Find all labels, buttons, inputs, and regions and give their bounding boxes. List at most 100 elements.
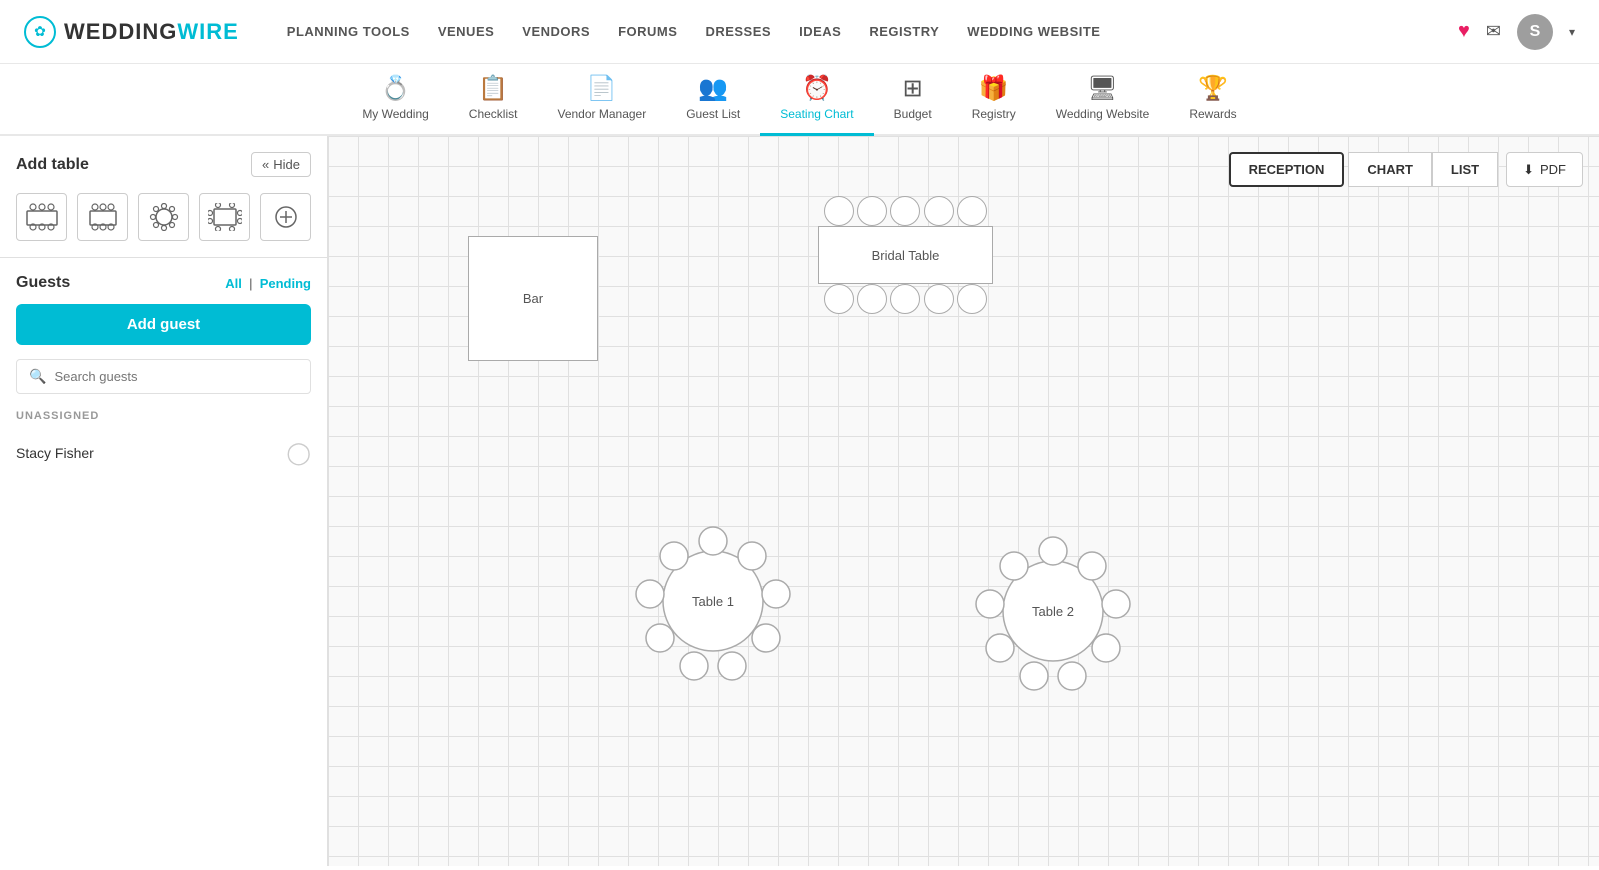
chair — [857, 196, 887, 226]
filter-pending[interactable]: Pending — [260, 276, 311, 291]
nav-wedding-website[interactable]: WEDDING WEBSITE — [967, 24, 1100, 39]
hide-chevron-icon: « — [262, 157, 269, 172]
chair — [957, 196, 987, 226]
main-nav-links: PLANNING TOOLS VENUES VENDORS FORUMS DRE… — [287, 23, 1458, 41]
list-tab-button[interactable]: LIST — [1432, 152, 1498, 187]
tab-vendor-manager[interactable]: 📄 Vendor Manager — [537, 74, 666, 136]
unassigned-label: UNASSIGNED — [16, 410, 311, 422]
chair — [957, 284, 987, 314]
chart-area: RECEPTION CHART LIST ⬇ PDF Bar — [328, 136, 1599, 866]
add-custom-table-button[interactable] — [260, 193, 311, 241]
search-input[interactable] — [54, 369, 298, 384]
wedding-website-icon: 🖥 — [1087, 74, 1117, 103]
tab-checklist-label: Checklist — [469, 107, 518, 121]
list-item: Stacy Fisher ◯ — [16, 432, 311, 474]
tab-seating-chart[interactable]: ⏰ Seating Chart — [760, 74, 873, 136]
rewards-icon: 🏆 — [1198, 74, 1228, 103]
add-guest-button[interactable]: Add guest — [16, 304, 311, 345]
tab-budget-label: Budget — [894, 107, 932, 121]
sidebar-header: Add table « Hide — [0, 136, 327, 189]
logo-text: WEDDINGWIRE — [64, 19, 239, 45]
table-1[interactable]: Table 1 — [628, 516, 798, 686]
rect-table-icon — [25, 203, 59, 231]
main-layout: Add table « Hide — [0, 136, 1599, 866]
chart-tab-button[interactable]: CHART — [1348, 152, 1432, 187]
pdf-button[interactable]: ⬇ PDF — [1506, 152, 1583, 187]
tab-wedding-website-label: Wedding Website — [1056, 107, 1150, 121]
nav-dresses[interactable]: DRESSES — [705, 24, 771, 39]
chart-toolbar: RECEPTION CHART LIST ⬇ PDF — [1229, 152, 1583, 187]
add-square-table-button[interactable] — [199, 193, 250, 241]
messages-icon[interactable]: ✉ — [1486, 21, 1501, 42]
nav-vendors[interactable]: VENDORS — [522, 24, 590, 39]
seating-chart-icon: ⏰ — [802, 74, 832, 103]
tab-budget[interactable]: ⊞ Budget — [874, 74, 952, 136]
favorites-icon[interactable]: ♥ — [1458, 20, 1470, 43]
table-1-svg: Table 1 — [628, 516, 798, 686]
tab-guest-list[interactable]: 👥 Guest List — [666, 74, 760, 136]
nav-forums[interactable]: FORUMS — [618, 24, 677, 39]
chair — [924, 196, 954, 226]
guest-avatar-icon: ◯ — [286, 440, 311, 466]
hide-button[interactable]: « Hide — [251, 152, 311, 177]
secondary-navigation: 💍 My Wedding 📋 Checklist 📄 Vendor Manage… — [0, 64, 1599, 136]
nav-right: ♥ ✉ S ▾ — [1458, 14, 1575, 50]
vendor-manager-icon: 📄 — [587, 74, 617, 103]
registry-icon: 🎁 — [979, 74, 1009, 103]
bridal-table-label: Bridal Table — [872, 248, 940, 263]
guest-name: Stacy Fisher — [16, 445, 94, 461]
my-wedding-icon: 💍 — [381, 74, 411, 103]
account-dropdown-icon[interactable]: ▾ — [1569, 25, 1575, 39]
hide-label: Hide — [273, 157, 300, 172]
avatar[interactable]: S — [1517, 14, 1553, 50]
add-round-table-button[interactable] — [77, 193, 128, 241]
add-circle-table-button[interactable] — [138, 193, 189, 241]
svg-text:Table 1: Table 1 — [692, 594, 734, 609]
top-navigation: ✿ WEDDINGWIRE PLANNING TOOLS VENUES VEND… — [0, 0, 1599, 64]
tab-my-wedding[interactable]: 💍 My Wedding — [342, 74, 448, 136]
tab-rewards[interactable]: 🏆 Rewards — [1169, 74, 1256, 136]
nav-registry[interactable]: REGISTRY — [869, 24, 939, 39]
table-icon-bar — [0, 189, 327, 258]
nav-ideas[interactable]: IDEAS — [799, 24, 841, 39]
logo-icon: ✿ — [24, 16, 56, 48]
logo[interactable]: ✿ WEDDINGWIRE — [24, 16, 239, 48]
tab-guest-list-label: Guest List — [686, 107, 740, 121]
search-box: 🔍 — [16, 359, 311, 394]
chair — [924, 284, 954, 314]
tab-wedding-website[interactable]: 🖥 Wedding Website — [1036, 74, 1170, 136]
chair — [890, 284, 920, 314]
tab-checklist[interactable]: 📋 Checklist — [449, 74, 538, 136]
guests-header: Guests All | Pending — [16, 274, 311, 292]
bridal-chairs-bottom — [818, 284, 993, 314]
chair — [824, 284, 854, 314]
chart-grid: Bar Bridal Table — [328, 136, 1599, 866]
tab-registry[interactable]: 🎁 Registry — [952, 74, 1036, 136]
bridal-chairs-top — [818, 196, 993, 226]
tab-registry-label: Registry — [972, 107, 1016, 121]
guests-filter: All | Pending — [225, 276, 311, 291]
pdf-label: PDF — [1540, 162, 1566, 177]
table-2[interactable]: Table 2 — [968, 526, 1138, 696]
bar-table[interactable]: Bar — [468, 236, 598, 361]
reception-button[interactable]: RECEPTION — [1229, 152, 1345, 187]
custom-table-icon — [272, 203, 300, 231]
download-icon: ⬇ — [1523, 162, 1534, 178]
nav-planning-tools[interactable]: PLANNING TOOLS — [287, 24, 410, 39]
bridal-table-area[interactable]: Bridal Table — [818, 196, 993, 314]
guests-title: Guests — [16, 274, 70, 292]
sidebar: Add table « Hide — [0, 136, 328, 866]
search-icon: 🔍 — [29, 368, 46, 385]
bar-table-label: Bar — [523, 291, 543, 306]
svg-text:Table 2: Table 2 — [1032, 604, 1074, 619]
filter-all[interactable]: All — [225, 276, 242, 291]
square-table-icon — [208, 203, 242, 231]
add-table-title: Add table — [16, 156, 89, 174]
guests-section: Guests All | Pending Add guest 🔍 UNASSIG… — [0, 258, 327, 490]
guest-list-icon: 👥 — [698, 74, 728, 103]
nav-venues[interactable]: VENUES — [438, 24, 494, 39]
add-rect-table-button[interactable] — [16, 193, 67, 241]
circle-table-icon — [147, 203, 181, 231]
round-table-icon — [86, 203, 120, 231]
table-2-svg: Table 2 — [968, 526, 1138, 696]
